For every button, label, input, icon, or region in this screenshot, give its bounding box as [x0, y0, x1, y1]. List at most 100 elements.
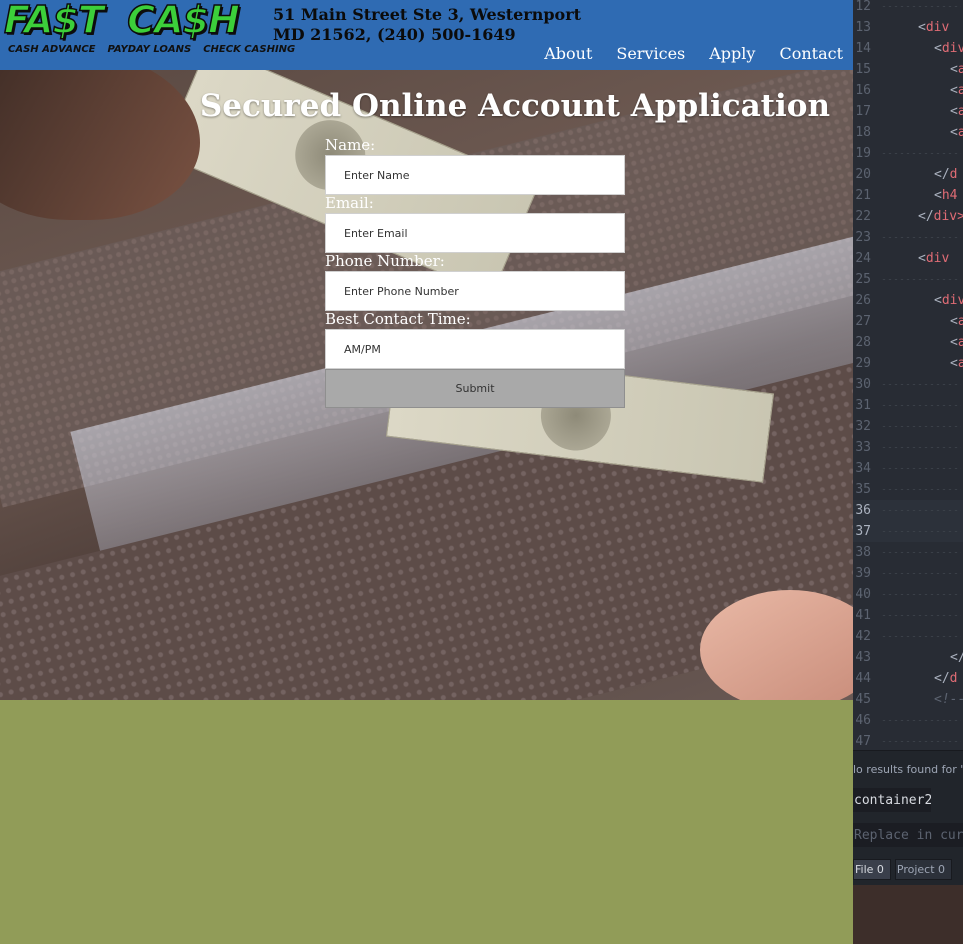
line-code: <a	[950, 125, 963, 140]
indent-guide	[881, 405, 961, 406]
indent-guide	[881, 237, 961, 238]
line-number: 33	[855, 440, 871, 455]
submit-button[interactable]: Submit	[325, 369, 625, 408]
scope-project-button[interactable]: Project 0	[894, 859, 953, 880]
browser-page: FA$T CA$H CASH ADVANCE PAYDAY LOANS CHECK …	[0, 0, 853, 944]
email-label: Email:	[325, 194, 374, 212]
address-line-2: MD 21562, (240) 500-1649	[273, 25, 516, 44]
editor-line[interactable]: 22 </div>	[853, 206, 963, 227]
name-input[interactable]	[325, 155, 625, 195]
editor-line[interactable]: 19	[853, 143, 963, 164]
editor-line[interactable]: 23	[853, 227, 963, 248]
line-number: 22	[855, 209, 871, 224]
editor-line[interactable]: 30	[853, 374, 963, 395]
address-line-1: 51 Main Street Ste 3, Westernport	[273, 5, 582, 24]
indent-guide	[881, 741, 961, 742]
indent-guide	[881, 594, 961, 595]
editor-line[interactable]: 24 <div	[853, 248, 963, 269]
line-number: 38	[855, 545, 871, 560]
editor-line[interactable]: 20 </d	[853, 164, 963, 185]
line-code: <a	[950, 356, 963, 371]
editor-line[interactable]: 37	[853, 521, 963, 542]
editor-line[interactable]: 42	[853, 626, 963, 647]
editor-line[interactable]: 47	[853, 731, 963, 752]
indent-guide	[881, 552, 961, 553]
editor-line[interactable]: 15 <a	[853, 59, 963, 80]
line-code: <a	[950, 314, 963, 329]
line-code: <a	[950, 62, 963, 77]
code-editor-pane[interactable]: 12 13 <div 14 <div 15 <a 16 <a 17 <a 18 <a 19 20 </d 21 <…	[853, 0, 963, 944]
line-code: <div	[918, 20, 950, 35]
editor-line[interactable]: 14 <div	[853, 38, 963, 59]
logo-wordmark: FA$T CA$H	[3, 0, 240, 43]
editor-line[interactable]: 28 <a	[853, 332, 963, 353]
editor-line[interactable]: 43 </	[853, 647, 963, 668]
editor-line[interactable]: 27 <a	[853, 311, 963, 332]
indent-guide	[881, 489, 961, 490]
editor-line[interactable]: 21 <h4	[853, 185, 963, 206]
find-replace-panel: lo results found for 'c File 0 Project 0	[853, 750, 963, 885]
line-number: 18	[855, 125, 871, 140]
site-header: FA$T CA$H CASH ADVANCE PAYDAY LOANS CHECK …	[0, 0, 853, 70]
logo-tagline-item: CASH ADVANCE	[8, 44, 96, 55]
fast-cash-logo[interactable]: FA$T CA$H CASH ADVANCE PAYDAY LOANS CHECK …	[2, 0, 295, 62]
editor-line[interactable]: 41	[853, 605, 963, 626]
line-number: 30	[855, 377, 871, 392]
editor-status-area	[853, 885, 963, 944]
line-number: 25	[855, 272, 871, 287]
replace-input[interactable]	[853, 823, 963, 847]
line-number: 24	[855, 251, 871, 266]
editor-line[interactable]: 17 <a	[853, 101, 963, 122]
line-number: 23	[855, 230, 871, 245]
contact-time-input[interactable]	[325, 329, 625, 369]
editor-line[interactable]: 36	[853, 500, 963, 521]
line-code: <div	[918, 251, 950, 266]
line-number: 40	[855, 587, 871, 602]
line-number: 44	[855, 671, 871, 686]
editor-line[interactable]: 38	[853, 542, 963, 563]
scope-file-button[interactable]: File 0	[853, 859, 891, 880]
editor-line[interactable]: 35	[853, 479, 963, 500]
line-number: 32	[855, 419, 871, 434]
editor-line[interactable]: 26 <div	[853, 290, 963, 311]
indent-guide	[881, 531, 961, 532]
nav-services[interactable]: Services	[616, 44, 685, 63]
editor-line[interactable]: 39	[853, 563, 963, 584]
editor-line[interactable]: 33	[853, 437, 963, 458]
nav-contact[interactable]: Contact	[779, 44, 843, 63]
editor-line[interactable]: 44 </d	[853, 668, 963, 689]
line-number: 12	[855, 0, 871, 14]
editor-line[interactable]: 13 <div	[853, 17, 963, 38]
editor-line[interactable]: 31	[853, 395, 963, 416]
nav-apply[interactable]: Apply	[709, 44, 755, 63]
email-input[interactable]	[325, 213, 625, 253]
line-number: 15	[855, 62, 871, 77]
editor-line[interactable]: 18 <a	[853, 122, 963, 143]
line-number: 17	[855, 104, 871, 119]
indent-guide	[881, 468, 961, 469]
line-code: <div	[934, 293, 963, 308]
editor-line[interactable]: 12	[853, 0, 963, 17]
nav-about[interactable]: About	[544, 44, 592, 63]
line-code: </div>	[918, 209, 963, 224]
editor-line[interactable]: 16 <a	[853, 80, 963, 101]
editor-line[interactable]: 34	[853, 458, 963, 479]
editor-line[interactable]: 45 <!--	[853, 689, 963, 710]
line-number: 31	[855, 398, 871, 413]
phone-input[interactable]	[325, 271, 625, 311]
editor-line[interactable]: 29 <a	[853, 353, 963, 374]
line-number: 35	[855, 482, 871, 497]
indent-guide	[881, 426, 961, 427]
editor-line[interactable]: 46	[853, 710, 963, 731]
phone-label: Phone Number:	[325, 252, 445, 270]
editor-line[interactable]: 40	[853, 584, 963, 605]
find-scope-bar: File 0 Project 0	[853, 859, 953, 880]
editor-line[interactable]: 25	[853, 269, 963, 290]
line-number: 34	[855, 461, 871, 476]
line-number: 19	[855, 146, 871, 161]
line-number: 29	[855, 356, 871, 371]
line-number: 16	[855, 83, 871, 98]
indent-guide	[881, 636, 961, 637]
find-input[interactable]	[853, 788, 931, 812]
editor-line[interactable]: 32	[853, 416, 963, 437]
